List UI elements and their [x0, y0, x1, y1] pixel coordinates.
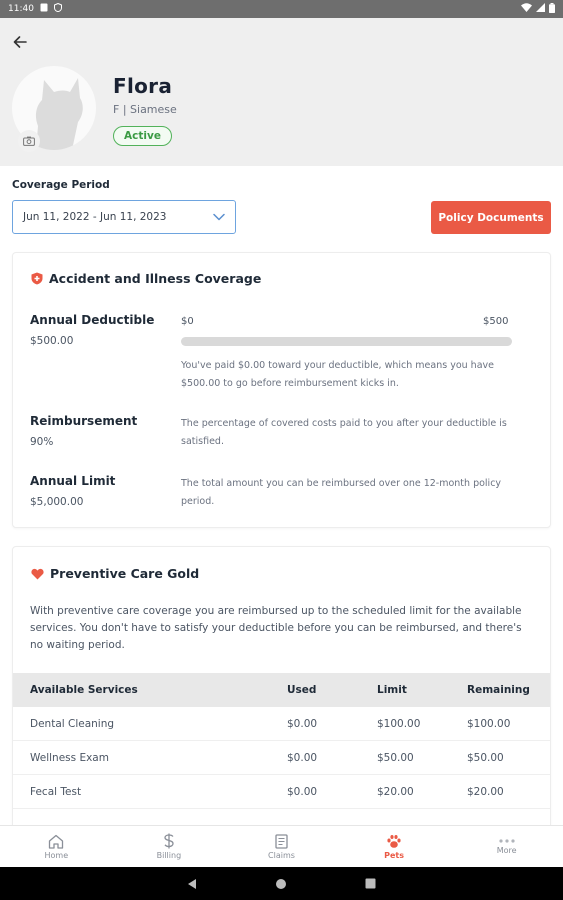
service-limit: $50.00: [377, 751, 414, 764]
nav-pets-label: Pets: [384, 850, 405, 860]
accident-card-title: Accident and Illness Coverage: [31, 271, 261, 286]
deductible-progress-bar: [181, 337, 512, 346]
shield-status-icon: [53, 2, 62, 15]
preventive-card-title-text: Preventive Care Gold: [50, 566, 200, 581]
coverage-period-select[interactable]: Jun 11, 2022 - Jun 11, 2023: [12, 200, 236, 234]
header-limit: Limit: [377, 684, 407, 696]
header-services: Available Services: [30, 684, 138, 696]
dollar-icon: [164, 833, 174, 849]
service-name: Dental Cleaning: [30, 717, 115, 730]
deductible-label: Annual Deductible: [30, 313, 155, 327]
nav-home[interactable]: Home: [0, 826, 113, 867]
heart-icon: [31, 568, 44, 579]
coverage-period-label: Coverage Period: [12, 179, 110, 191]
battery-icon: [549, 2, 555, 16]
pet-name: Flora: [113, 74, 173, 98]
wifi-icon: [521, 3, 532, 15]
document-icon: [275, 833, 288, 849]
reimbursement-description: The percentage of covered costs paid to …: [181, 418, 507, 447]
service-remaining: $20.00: [467, 785, 504, 798]
nav-claims-label: Claims: [268, 850, 295, 860]
paw-icon: [387, 834, 401, 848]
service-name: Wellness Exam: [30, 751, 109, 764]
services-table: Available Services Used Limit Remaining …: [13, 673, 550, 809]
deductible-value: $500.00: [30, 335, 74, 347]
status-bar: 11:40: [0, 0, 563, 18]
deductible-description: You've paid $0.00 toward your deductible…: [181, 360, 494, 389]
preventive-care-card: Preventive Care Gold With preventive car…: [12, 546, 551, 836]
shield-plus-icon: [31, 272, 43, 285]
table-row: Dental Cleaning $0.00 $100.00 $100.00: [13, 707, 550, 741]
status-badge: Active: [113, 126, 172, 146]
nav-more-label: More: [496, 846, 517, 855]
table-row: Fecal Test $0.00 $20.00 $20.00: [13, 775, 550, 809]
service-used: $0.00: [287, 717, 318, 730]
status-time: 11:40: [8, 4, 34, 14]
reimbursement-value: 90%: [30, 436, 54, 448]
table-row: Wellness Exam $0.00 $50.00 $50.00: [13, 741, 550, 775]
pet-header: Flora F | Siamese Active: [0, 18, 563, 166]
notification-icon: [40, 3, 48, 15]
preventive-card-title: Preventive Care Gold: [31, 566, 199, 581]
system-home-icon[interactable]: [275, 878, 287, 890]
reimbursement-label: Reimbursement: [30, 414, 138, 428]
nav-pets[interactable]: Pets: [338, 826, 451, 867]
annual-limit-label: Annual Limit: [30, 474, 116, 488]
camera-icon: [23, 136, 35, 146]
nav-more[interactable]: More: [450, 826, 563, 867]
system-recents-icon[interactable]: [365, 878, 376, 889]
service-remaining: $100.00: [467, 717, 511, 730]
policy-documents-button[interactable]: Policy Documents: [431, 201, 551, 234]
services-table-header: Available Services Used Limit Remaining: [13, 673, 550, 707]
arrow-left-icon: [13, 36, 27, 48]
system-nav-bar: [0, 867, 563, 900]
nav-claims[interactable]: Claims: [225, 826, 338, 867]
header-remaining: Remaining: [467, 684, 530, 696]
service-name: Fecal Test: [30, 785, 82, 798]
deductible-bar-min: $0: [181, 316, 194, 327]
nav-home-label: Home: [44, 850, 69, 860]
system-back-icon[interactable]: [187, 878, 197, 890]
bottom-nav: Home Billing Claims Pets More: [0, 825, 563, 867]
service-limit: $20.00: [377, 785, 414, 798]
service-limit: $100.00: [377, 717, 421, 730]
annual-limit-value: $5,000.00: [30, 496, 84, 508]
accident-coverage-card: Accident and Illness Coverage Annual Ded…: [12, 252, 551, 528]
service-remaining: $50.00: [467, 751, 504, 764]
service-used: $0.00: [287, 785, 318, 798]
change-photo-button[interactable]: [18, 130, 40, 152]
chevron-down-icon: [213, 213, 225, 221]
header-used: Used: [287, 684, 317, 696]
more-icon: [499, 839, 515, 843]
annual-limit-description: The total amount you can be reimbursed o…: [181, 478, 502, 507]
back-button[interactable]: [10, 32, 30, 52]
service-used: $0.00: [287, 751, 318, 764]
coverage-period-value: Jun 11, 2022 - Jun 11, 2023: [23, 211, 167, 223]
preventive-intro: With preventive care coverage you are re…: [30, 605, 522, 651]
home-icon: [49, 834, 64, 849]
pet-meta: F | Siamese: [113, 103, 177, 116]
deductible-bar-max: $500: [483, 316, 509, 327]
nav-billing-label: Billing: [156, 851, 182, 860]
nav-billing[interactable]: Billing: [113, 826, 226, 867]
signal-icon: [536, 3, 545, 15]
accident-card-title-text: Accident and Illness Coverage: [49, 271, 262, 286]
